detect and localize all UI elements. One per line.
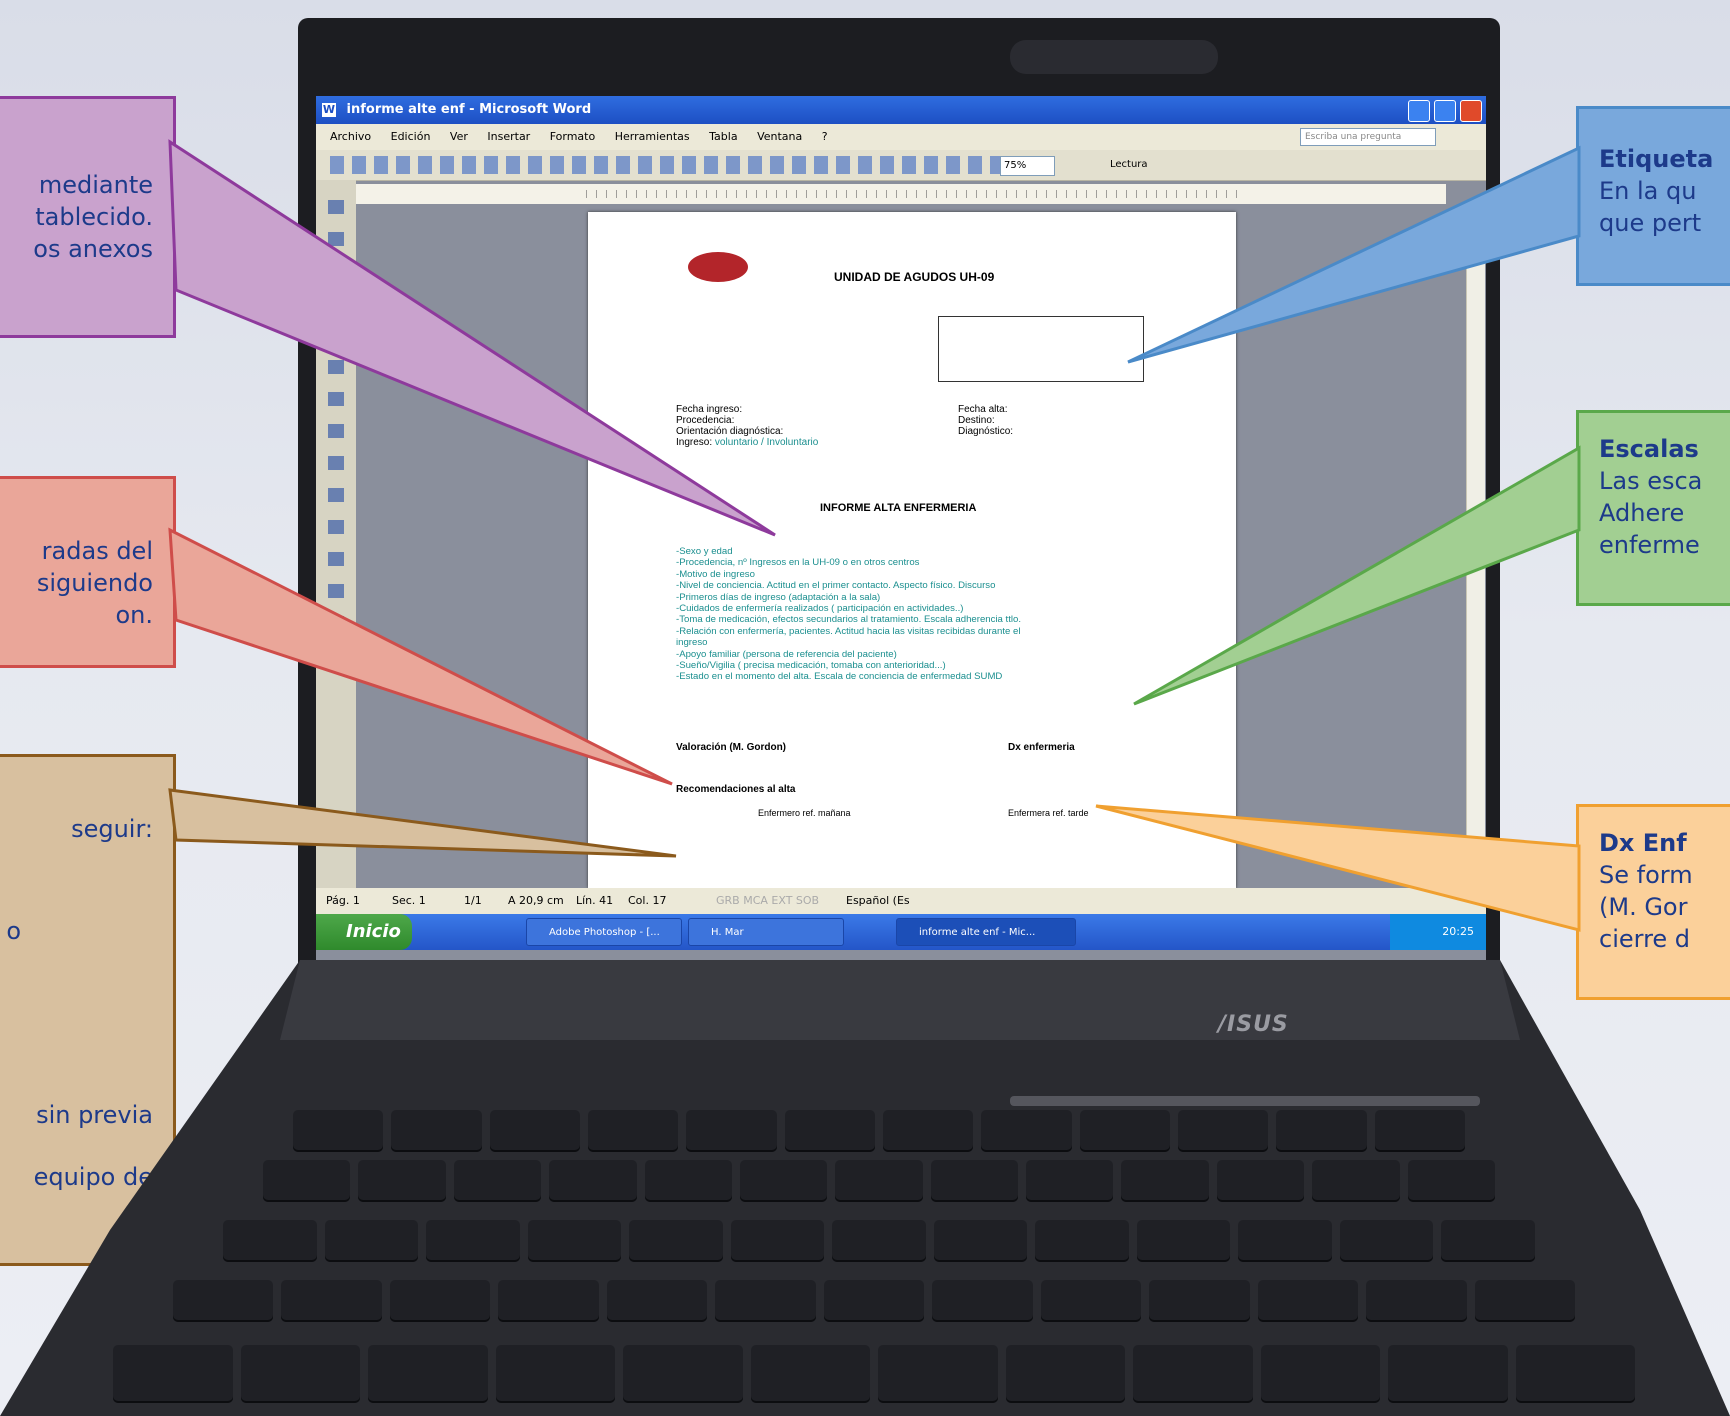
pointer-brown xyxy=(168,788,677,858)
pointer-purple xyxy=(168,139,776,537)
pointer-orange xyxy=(1095,804,1581,932)
pointer-green xyxy=(1133,445,1581,706)
pointer-red xyxy=(168,527,673,786)
pointer-blue xyxy=(1127,145,1581,364)
callout-pointers xyxy=(168,139,1581,932)
